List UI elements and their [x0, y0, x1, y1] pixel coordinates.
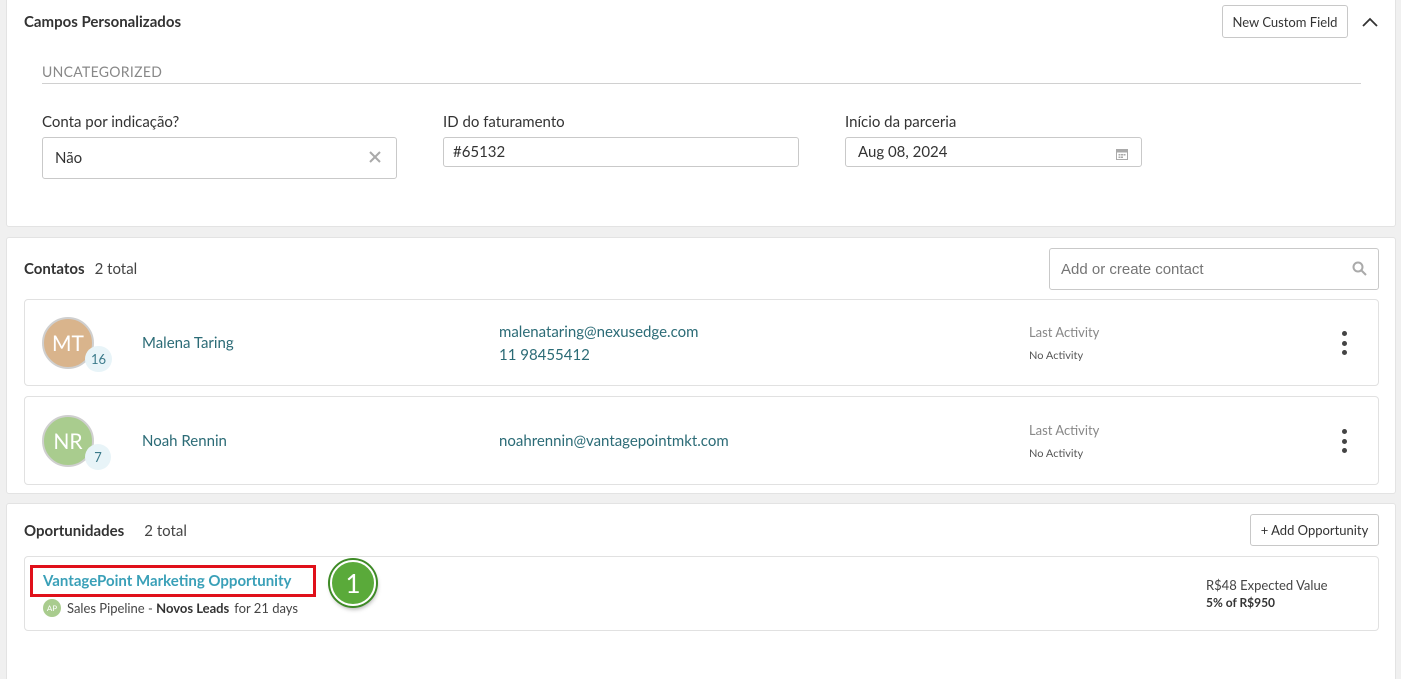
- field-label-referral: Conta por indicação?: [42, 113, 180, 131]
- expected-value: R$48 Expected Value: [1206, 577, 1328, 593]
- contact-search-input[interactable]: [1050, 249, 1340, 289]
- field-label-partnership-start: Início da parceria: [845, 113, 957, 131]
- contact-email[interactable]: malenataring@nexusedge.com: [499, 323, 698, 341]
- contact-name[interactable]: Noah Rennin: [142, 432, 227, 450]
- callout-marker: 1: [330, 560, 376, 606]
- contact-badge: 7: [85, 444, 111, 470]
- contacts-header: Contatos 2 total: [24, 260, 137, 278]
- last-activity-label: Last Activity: [1029, 324, 1100, 340]
- last-activity-value: No Activity: [1029, 447, 1084, 460]
- pipeline-name: Sales Pipeline: [67, 600, 145, 616]
- opportunities-panel: Oportunidades 2 total + Add Opportunity …: [6, 503, 1396, 679]
- contact-card[interactable]: MT 16 Malena Taring malenataring@nexused…: [24, 299, 1379, 386]
- contacts-count: 2 total: [94, 260, 138, 278]
- last-activity-value: No Activity: [1029, 349, 1084, 362]
- contact-badge: 16: [85, 346, 113, 372]
- field-label-billing-id: ID do faturamento: [443, 113, 565, 131]
- opportunity-card[interactable]: VantagePoint Marketing Opportunity AP Sa…: [24, 556, 1379, 631]
- custom-fields-panel: Campos Personalizados New Custom Field U…: [6, 0, 1396, 227]
- contact-search-box: [1049, 248, 1379, 290]
- partnership-start-date-input[interactable]: Aug 08, 2024: [845, 137, 1142, 167]
- owner-avatar: AP: [43, 599, 61, 617]
- probability-value: 5% of R$950: [1206, 595, 1276, 610]
- opportunities-count: 2 total: [144, 522, 187, 540]
- clear-icon[interactable]: [368, 150, 382, 164]
- contacts-panel: Contatos 2 total MT 16 Malena Taring mal…: [6, 237, 1396, 494]
- stage-duration: for 21 days: [234, 600, 298, 616]
- more-options-icon[interactable]: [1339, 331, 1349, 355]
- contact-phone[interactable]: 11 98455412: [499, 346, 590, 364]
- opportunities-header: Oportunidades 2 total: [24, 522, 187, 540]
- new-custom-field-button[interactable]: New Custom Field: [1222, 5, 1348, 38]
- meta-separator: -: [144, 600, 157, 616]
- opportunity-meta: AP Sales Pipeline - Novos Leads for 21 d…: [43, 599, 298, 617]
- billing-id-input[interactable]: #65132: [443, 137, 799, 167]
- stage-name: Novos Leads: [156, 600, 230, 616]
- category-divider: [42, 83, 1361, 84]
- referral-select[interactable]: Não: [42, 137, 397, 179]
- calendar-icon[interactable]: [1116, 146, 1128, 160]
- partnership-start-value: Aug 08, 2024: [858, 143, 948, 161]
- category-heading: UNCATEGORIZED: [42, 63, 163, 80]
- add-opportunity-button[interactable]: + Add Opportunity: [1250, 514, 1379, 546]
- contact-card[interactable]: NR 7 Noah Rennin noahrennin@vantagepoint…: [24, 396, 1379, 485]
- contacts-title: Contatos: [24, 260, 85, 278]
- opportunity-name-link[interactable]: VantagePoint Marketing Opportunity: [43, 572, 291, 590]
- search-icon[interactable]: [1352, 261, 1367, 276]
- more-options-icon[interactable]: [1339, 429, 1349, 453]
- contact-name[interactable]: Malena Taring: [142, 334, 234, 352]
- last-activity-label: Last Activity: [1029, 422, 1100, 438]
- custom-fields-title: Campos Personalizados: [24, 13, 182, 31]
- contact-email[interactable]: noahrennin@vantagepointmkt.com: [499, 432, 729, 450]
- opportunities-title: Oportunidades: [24, 522, 125, 540]
- chevron-up-icon[interactable]: [1360, 12, 1380, 32]
- referral-value: Não: [55, 149, 83, 167]
